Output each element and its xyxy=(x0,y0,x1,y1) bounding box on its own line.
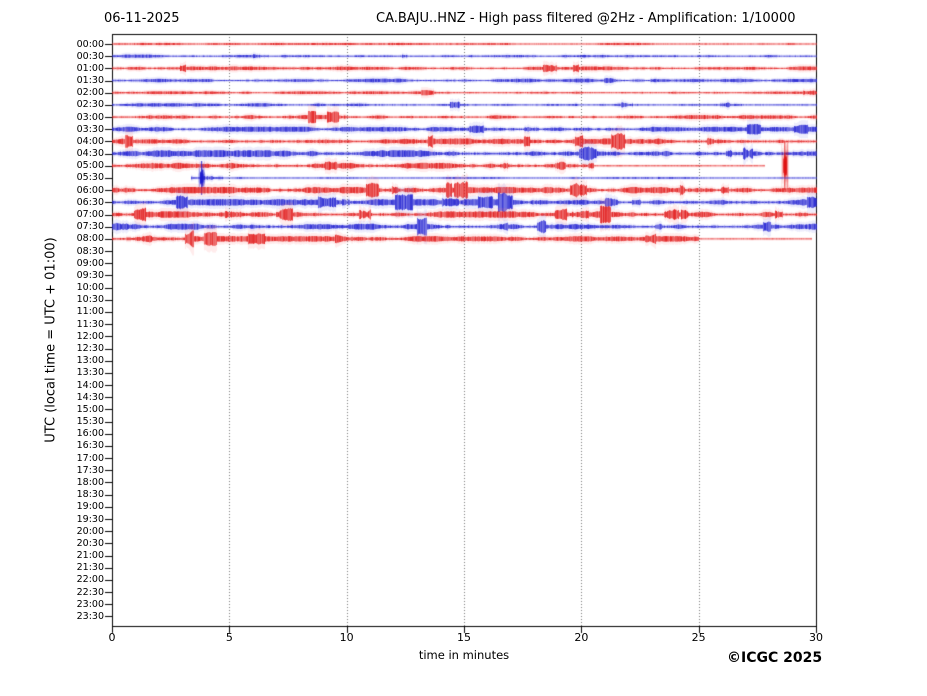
y-tick-label: 04:00 xyxy=(76,135,104,147)
y-tick-label: 09:00 xyxy=(76,257,104,269)
y-tick-label: 15:00 xyxy=(76,403,104,415)
y-tick-label: 02:00 xyxy=(76,87,104,99)
plot-title: CA.BAJU..HNZ - High pass filtered @2Hz -… xyxy=(376,11,796,26)
y-tick-label: 19:30 xyxy=(76,513,104,525)
y-tick-label: 18:30 xyxy=(76,489,104,501)
y-tick-label: 02:30 xyxy=(76,99,104,111)
x-tick-label: 30 xyxy=(809,631,823,644)
y-tick-label: 22:00 xyxy=(76,574,104,586)
y-tick-label: 23:00 xyxy=(76,598,104,610)
y-tick-label: 13:00 xyxy=(76,355,104,367)
y-tick-label: 07:00 xyxy=(76,209,104,221)
x-tick-label: 5 xyxy=(225,631,233,644)
seismogram-figure: 06-11-2025 CA.BAJU..HNZ - High pass filt… xyxy=(0,0,927,696)
y-tick-label: 22:30 xyxy=(76,586,104,598)
y-tick-label: 00:30 xyxy=(76,50,104,62)
y-tick-label: 21:30 xyxy=(76,562,104,574)
y-tick-label: 14:00 xyxy=(76,379,104,391)
y-tick-label: 18:00 xyxy=(76,476,104,488)
y-tick-label: 17:30 xyxy=(76,464,104,476)
x-tick-label: 25 xyxy=(691,631,706,644)
y-tick-label: 05:00 xyxy=(76,160,104,172)
y-tick-label: 03:00 xyxy=(76,111,104,123)
y-tick-label: 20:00 xyxy=(76,525,104,537)
x-axis-label: time in minutes xyxy=(418,648,510,662)
y-tick-label: 06:00 xyxy=(76,184,104,196)
y-tick-label: 08:00 xyxy=(76,233,104,245)
y-tick-label: 10:00 xyxy=(76,282,104,294)
y-tick-label: 11:30 xyxy=(76,318,104,330)
x-tick-label: 10 xyxy=(339,631,354,644)
y-axis-label: UTC (local time = UTC + 01:00) xyxy=(43,237,59,443)
y-tick-label: 08:30 xyxy=(76,245,104,257)
y-tick-label: 16:30 xyxy=(76,440,104,452)
x-tick-label: 15 xyxy=(457,631,471,644)
y-tick-label: 06:30 xyxy=(76,196,104,208)
y-tick-label: 21:00 xyxy=(76,550,104,562)
y-tick-label: 00:00 xyxy=(76,38,104,50)
y-tick-label: 05:30 xyxy=(76,172,104,184)
y-tick-label: 11:00 xyxy=(76,306,104,318)
y-tick-label: 20:30 xyxy=(76,537,104,549)
y-tick-label: 03:30 xyxy=(76,123,104,135)
y-tick-label: 14:30 xyxy=(76,391,104,403)
copyright-label: ©ICGC 2025 xyxy=(727,650,823,666)
y-tick-label: 23:30 xyxy=(76,610,104,622)
y-tick-label: 16:00 xyxy=(76,428,104,440)
y-tick-label: 01:30 xyxy=(76,75,104,87)
y-tick-label: 07:30 xyxy=(76,221,104,233)
date-label: 06-11-2025 xyxy=(104,11,180,26)
y-tick-label: 15:30 xyxy=(76,416,104,428)
y-tick-label: 10:30 xyxy=(76,294,104,306)
x-tick-label: 20 xyxy=(574,631,589,644)
y-tick-label: 12:30 xyxy=(76,343,104,354)
y-tick-label: 09:30 xyxy=(76,269,104,281)
y-tick-label: 13:30 xyxy=(76,367,104,379)
y-tick-label: 12:00 xyxy=(76,330,104,342)
y-tick-label: 04:30 xyxy=(76,148,104,160)
y-tick-label: 17:00 xyxy=(76,452,104,464)
seismogram-plot-canvas xyxy=(0,0,927,696)
y-tick-label: 19:00 xyxy=(76,501,104,513)
x-tick-label: 0 xyxy=(108,631,116,644)
y-tick-label: 01:00 xyxy=(76,62,104,74)
